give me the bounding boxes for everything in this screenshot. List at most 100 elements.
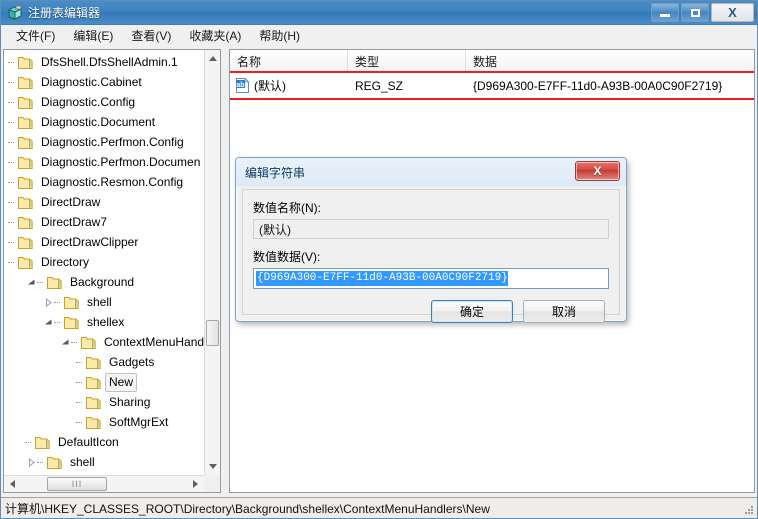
folder-icon	[18, 156, 33, 169]
tree-node[interactable]: Sharing	[4, 392, 204, 412]
table-row[interactable]: ab (默认) REG_SZ {D969A300-E7FF-11d0-A93B-…	[230, 71, 754, 100]
dialog-title-bar: 编辑字符串 X	[236, 158, 626, 186]
tree-node-label: DfsShell.DfsShellAdmin.1	[41, 54, 178, 69]
tree-connector	[8, 212, 18, 232]
tree-node[interactable]: Diagnostic.Resmon.Config	[4, 172, 204, 192]
dialog-body: 数值名称(N): (默认) 数值数据(V): {D969A300-E7FF-11…	[242, 189, 620, 323]
tree-node[interactable]: SoftMgrExt	[4, 412, 204, 432]
tree-node[interactable]: shell	[4, 452, 204, 472]
folder-icon	[86, 356, 101, 369]
resize-grip-icon[interactable]	[742, 504, 754, 516]
tree-node-list: DfsShell.DfsShellAdmin.1 Diagnostic.Cabin…	[4, 50, 204, 472]
registry-tree-panel: DfsShell.DfsShellAdmin.1 Diagnostic.Cabin…	[3, 49, 221, 493]
tree-node-label: Diagnostic.Resmon.Config	[41, 174, 184, 189]
tree-connector	[54, 292, 64, 312]
chevron-right-icon[interactable]	[25, 452, 37, 472]
value-name-text: (默认)	[254, 79, 286, 93]
tree-node-label: DirectDrawClipper	[41, 234, 139, 249]
registry-editor-icon	[7, 5, 23, 21]
tree-connector	[54, 312, 64, 332]
svg-text:ab: ab	[236, 82, 244, 89]
tree-node[interactable]: Diagnostic.Config	[4, 92, 204, 112]
tree-node[interactable]: Diagnostic.Perfmon.Documen	[4, 152, 204, 172]
tree-node-label: New	[105, 372, 138, 392]
column-header-type[interactable]: 类型	[348, 50, 466, 73]
folder-icon	[18, 76, 33, 89]
horizontal-scroll-thumb[interactable]: III	[47, 477, 107, 491]
folder-icon	[18, 136, 33, 149]
tree-node[interactable]: DfsShell.DfsShellAdmin.1	[4, 52, 204, 72]
value-name-input-text: (默认)	[259, 222, 291, 237]
value-name-label: 数值名称(N):	[253, 201, 321, 215]
tree-node-label: shell	[87, 294, 112, 309]
scroll-thumb-grip: III	[71, 479, 83, 489]
tree-node[interactable]: Directory	[4, 252, 204, 272]
cancel-button[interactable]: 取消	[523, 300, 605, 323]
folder-icon	[47, 276, 62, 289]
tree-node-label: Diagnostic.Cabinet	[41, 74, 142, 89]
chevron-down-icon[interactable]	[42, 312, 54, 332]
tree-node-selected[interactable]: New	[4, 372, 204, 392]
folder-icon	[18, 256, 33, 269]
tree-node-label: SoftMgrExt	[109, 414, 169, 429]
close-button[interactable]: X	[711, 3, 754, 22]
tree-node[interactable]: Diagnostic.Cabinet	[4, 72, 204, 92]
tree-node[interactable]: Diagnostic.Perfmon.Config	[4, 132, 204, 152]
tree-connector	[76, 372, 86, 392]
vertical-scroll-thumb[interactable]	[206, 320, 219, 346]
value-data-cell: {D969A300-E7FF-11d0-A93B-00A0C90F2719}	[473, 78, 723, 93]
scroll-right-button[interactable]	[187, 476, 204, 492]
tree-connector	[8, 232, 18, 252]
folder-icon	[86, 416, 101, 429]
maximize-button[interactable]	[681, 3, 709, 22]
tree-node-label: Background	[70, 274, 135, 289]
tree-node-label: DirectDraw	[41, 194, 101, 209]
tree-node[interactable]: ContextMenuHandl	[4, 332, 204, 352]
tree-node-label: shellex	[87, 314, 125, 329]
minimize-icon	[660, 13, 670, 17]
tree-node[interactable]: shell	[4, 292, 204, 312]
tree-node[interactable]: Background	[4, 272, 204, 292]
tree-node-label: Sharing	[109, 394, 151, 409]
ok-button[interactable]: 确定	[431, 300, 513, 323]
tree-node[interactable]: shellex	[4, 312, 204, 332]
folder-icon	[18, 196, 33, 209]
menu-file[interactable]: 文件(F)	[7, 25, 64, 47]
menu-help[interactable]: 帮助(H)	[250, 25, 309, 47]
tree-node[interactable]: Gadgets	[4, 352, 204, 372]
tree-node-label: Diagnostic.Perfmon.Config	[41, 134, 184, 149]
value-name-input[interactable]: (默认)	[253, 219, 609, 239]
tree-connector	[71, 332, 81, 352]
tree-connector	[76, 392, 86, 412]
value-data-input[interactable]: {D969A300-E7FF-11d0-A93B-00A0C90F2719}	[253, 268, 609, 289]
menu-favorites[interactable]: 收藏夹(A)	[180, 25, 250, 47]
tree-scroll-area: DfsShell.DfsShellAdmin.1 Diagnostic.Cabin…	[4, 50, 204, 475]
tree-horizontal-scrollbar[interactable]: III	[4, 475, 220, 492]
chevron-down-icon[interactable]	[25, 272, 37, 292]
folder-icon	[18, 216, 33, 229]
tree-connector	[76, 412, 86, 432]
scroll-up-arrow-icon	[208, 56, 217, 61]
tree-node[interactable]: Diagnostic.Document	[4, 112, 204, 132]
tree-node[interactable]: DirectDraw	[4, 192, 204, 212]
scroll-down-button[interactable]	[205, 458, 220, 475]
tree-node-label: Diagnostic.Perfmon.Documen	[41, 154, 201, 169]
minimize-button[interactable]	[651, 3, 679, 22]
chevron-right-icon[interactable]	[42, 292, 54, 312]
chevron-down-icon[interactable]	[59, 332, 71, 352]
column-header-name[interactable]: 名称	[230, 50, 348, 73]
content-area: DfsShell.DfsShellAdmin.1 Diagnostic.Cabin…	[1, 47, 757, 497]
tree-node[interactable]: DefaultIcon	[4, 432, 204, 452]
window-controls: X	[651, 3, 754, 22]
dialog-close-button[interactable]: X	[575, 161, 620, 181]
scroll-up-button[interactable]	[205, 50, 220, 67]
tree-node[interactable]: DirectDrawClipper	[4, 232, 204, 252]
tree-node[interactable]: DirectDraw7	[4, 212, 204, 232]
scrollbar-corner	[204, 475, 220, 492]
scroll-left-button[interactable]	[4, 476, 21, 492]
title-bar: 注册表编辑器 X	[1, 1, 757, 25]
tree-vertical-scrollbar[interactable]	[204, 50, 220, 475]
menu-edit[interactable]: 编辑(E)	[64, 25, 122, 47]
menu-view[interactable]: 查看(V)	[122, 25, 180, 47]
column-header-data[interactable]: 数据	[466, 50, 754, 73]
